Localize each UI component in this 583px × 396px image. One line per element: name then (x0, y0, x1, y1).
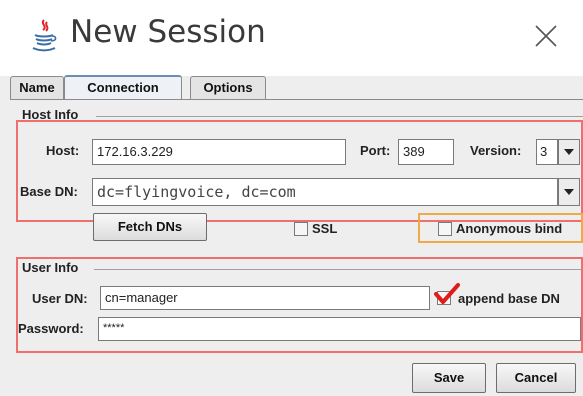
fetch-dns-button[interactable]: Fetch DNs (93, 213, 207, 241)
checkmark-icon (434, 283, 460, 304)
port-input[interactable]: 389 (398, 139, 454, 165)
window-title: New Session (70, 14, 266, 50)
host-input[interactable]: 172.16.3.229 (92, 139, 346, 165)
base-dn-dropdown-button[interactable] (558, 178, 580, 206)
base-dn-label: Base DN: (20, 184, 78, 199)
tab-connection[interactable]: Connection (64, 75, 182, 100)
base-dn-input[interactable]: dc=flyingvoice, dc=com (92, 178, 558, 206)
cancel-button[interactable]: Cancel (496, 363, 576, 393)
version-select[interactable]: 3 (536, 139, 558, 165)
ssl-checkbox[interactable] (294, 222, 308, 236)
append-base-dn-label: append base DN (458, 291, 560, 306)
anonymous-bind-checkbox[interactable] (438, 222, 452, 236)
java-cup-icon (32, 19, 57, 52)
user-dn-input[interactable]: cn=manager (100, 286, 430, 310)
host-label: Host: (46, 143, 80, 158)
tab-divider (10, 99, 583, 100)
password-input[interactable]: ***** (98, 317, 581, 341)
version-dropdown-button[interactable] (558, 139, 580, 165)
version-label: Version: (470, 143, 522, 158)
host-info-rule (96, 116, 583, 117)
password-label: Password: (18, 321, 84, 336)
dialog-panel: Name Connection Options Host Info Host: … (0, 75, 583, 396)
save-button[interactable]: Save (412, 363, 486, 393)
close-icon[interactable] (534, 24, 558, 48)
anonymous-bind-label: Anonymous bind (456, 221, 563, 236)
title-bar: New Session (0, 0, 583, 70)
tab-options[interactable]: Options (190, 76, 266, 99)
host-info-highlight (16, 120, 583, 222)
user-dn-label: User DN: (32, 291, 88, 306)
ssl-label: SSL (312, 221, 338, 236)
tab-name[interactable]: Name (10, 76, 64, 99)
port-label: Port: (360, 143, 391, 158)
